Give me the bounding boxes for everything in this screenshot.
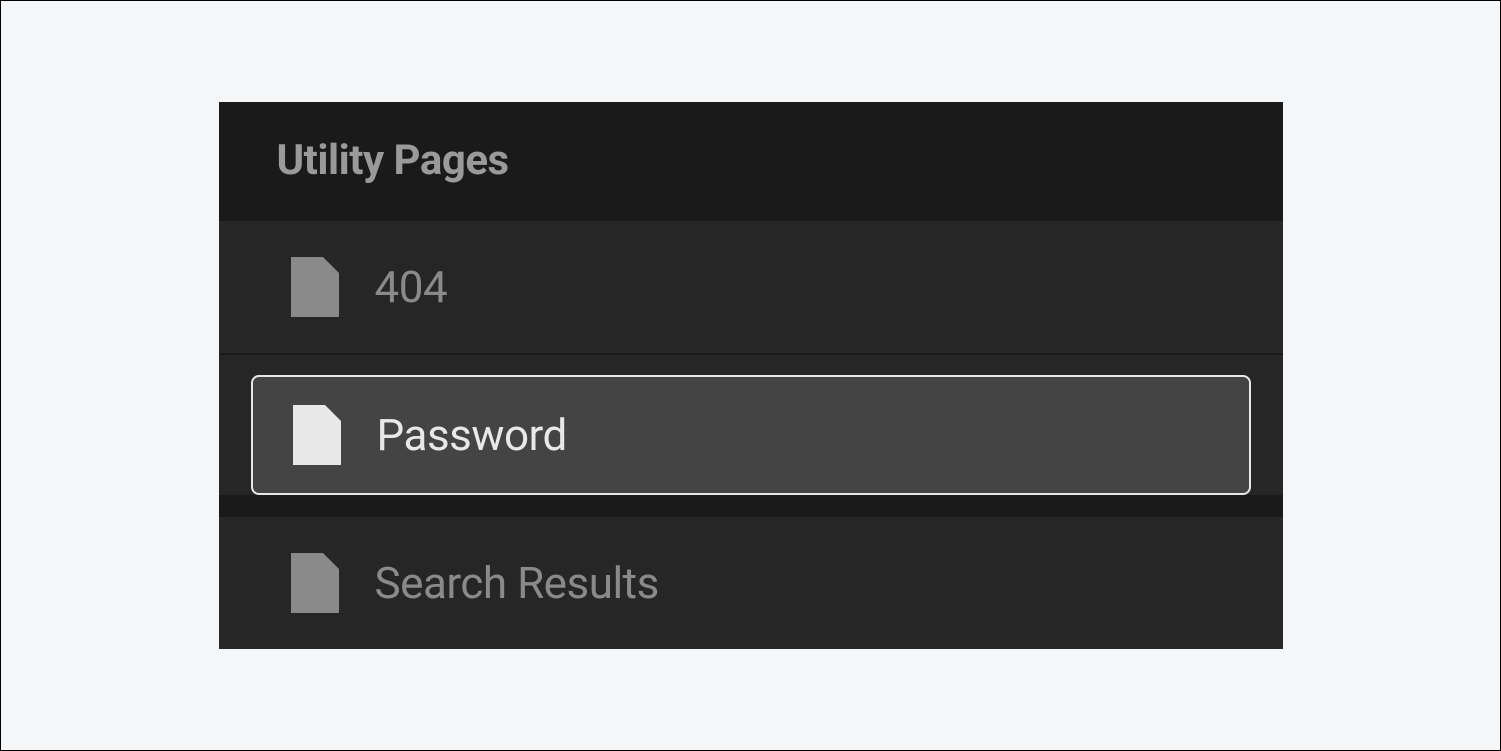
list-item-search-results[interactable]: Search Results	[219, 515, 1283, 649]
panel-title: Utility Pages	[277, 136, 1233, 185]
list-item-label: Search Results	[375, 557, 659, 609]
list-item-label: 404	[375, 261, 448, 313]
selected-wrapper: Password	[219, 353, 1283, 495]
panel-header: Utility Pages	[219, 102, 1283, 219]
list-item-404[interactable]: 404	[219, 219, 1283, 353]
page-icon	[291, 257, 339, 317]
list-item-password[interactable]: Password	[251, 375, 1251, 495]
utility-pages-panel: Utility Pages 404 Password Search Result…	[219, 102, 1283, 649]
list-item-label: Password	[377, 409, 567, 461]
page-icon	[291, 553, 339, 613]
page-icon	[293, 405, 341, 465]
